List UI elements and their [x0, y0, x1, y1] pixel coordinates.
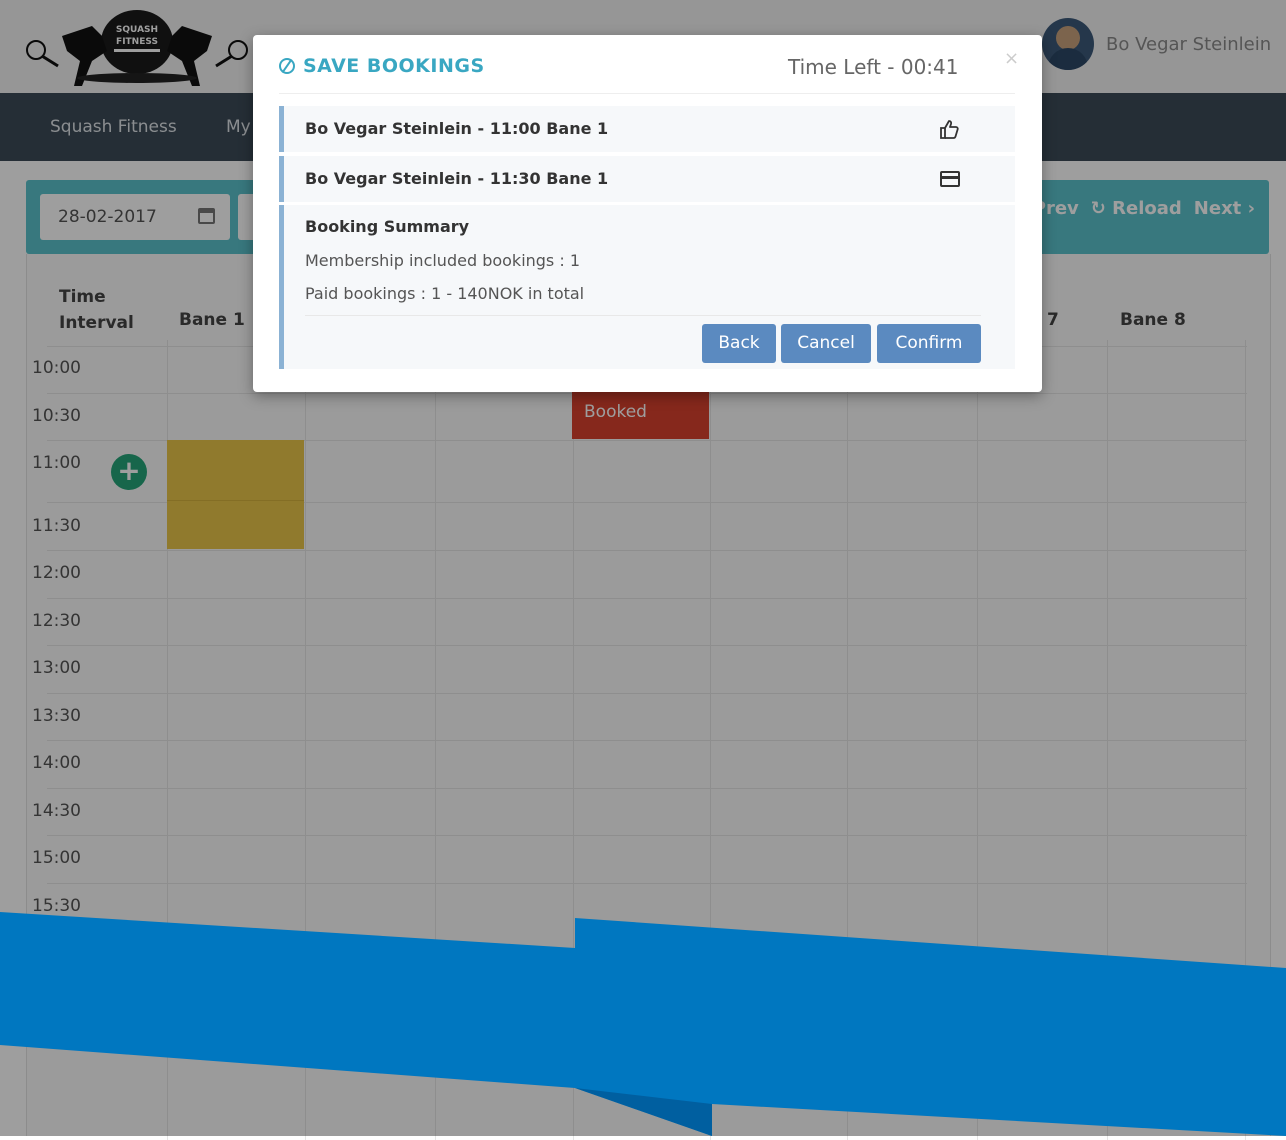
- dribbble-icon: [279, 58, 295, 74]
- membership-bookings-text: Membership included bookings : 1: [305, 251, 581, 270]
- booking-summary: Booking Summary Membership included book…: [279, 205, 1015, 369]
- paid-bookings-text: Paid bookings : 1 - 140NOK in total: [305, 284, 585, 303]
- credit-card-icon: [940, 171, 960, 187]
- back-button[interactable]: Back: [702, 324, 776, 363]
- booking-item: Bo Vegar Steinlein - 11:30 Bane 1: [279, 156, 1015, 202]
- modal-title: SAVE BOOKINGS: [279, 55, 485, 77]
- confirm-button[interactable]: Confirm: [877, 324, 981, 363]
- summary-heading: Booking Summary: [305, 217, 470, 236]
- divider: [305, 315, 981, 316]
- divider: [279, 93, 1015, 94]
- thumbs-up-icon: [940, 120, 959, 139]
- close-icon[interactable]: ×: [1004, 48, 1019, 69]
- modal-title-text: SAVE BOOKINGS: [303, 55, 485, 77]
- cancel-button[interactable]: Cancel: [781, 324, 871, 363]
- booking-item-label: Bo Vegar Steinlein - 11:00 Bane 1: [305, 119, 609, 138]
- booking-item-label: Bo Vegar Steinlein - 11:30 Bane 1: [305, 169, 609, 188]
- booking-item: Bo Vegar Steinlein - 11:00 Bane 1: [279, 106, 1015, 152]
- time-left-countdown: Time Left - 00:41: [788, 55, 959, 79]
- save-bookings-modal: SAVE BOOKINGS Time Left - 00:41 × Bo Veg…: [253, 35, 1042, 392]
